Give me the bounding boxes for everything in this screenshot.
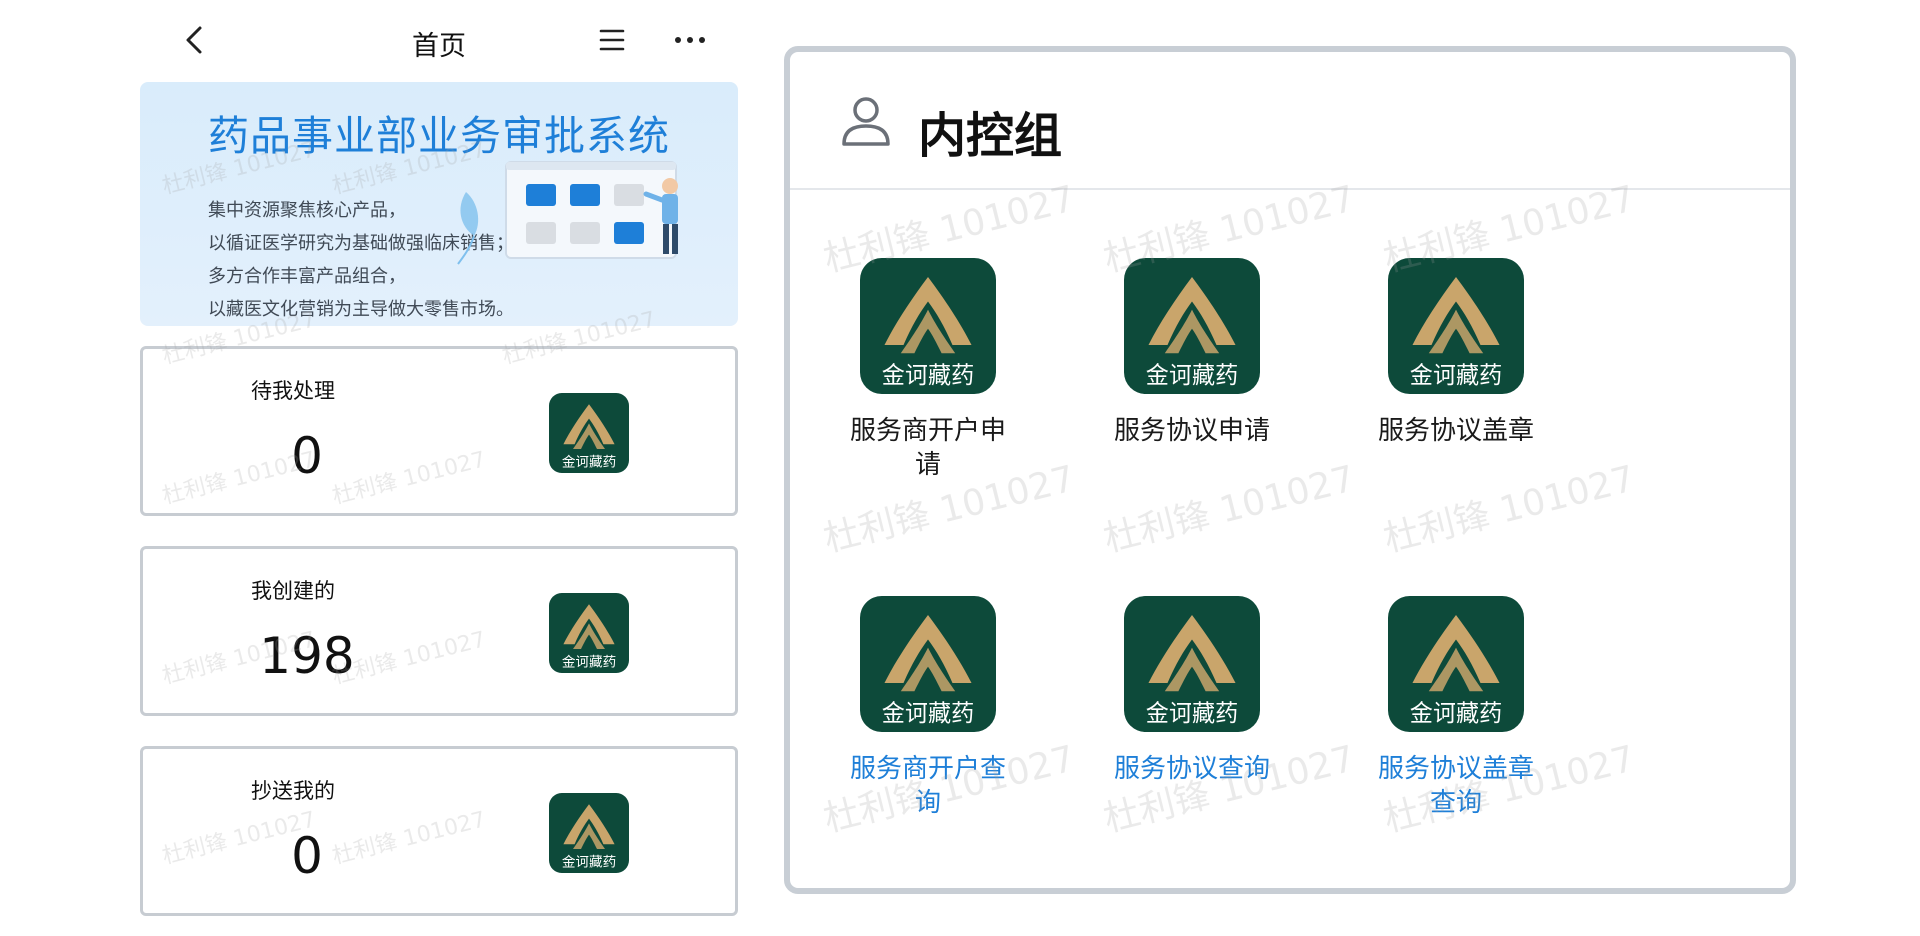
page-title: 首页: [412, 31, 466, 62]
brand-logo-icon: 金诃藏药: [1388, 258, 1524, 394]
user-icon: [842, 97, 890, 146]
logo-wordmark: 金诃藏药: [562, 855, 616, 871]
stat-label: 待我处理: [251, 379, 335, 403]
menu-button[interactable]: [592, 20, 632, 60]
logo-wordmark: 金诃藏药: [882, 363, 974, 389]
tile-label: 服务商开户查询: [849, 754, 1006, 818]
logo-wordmark: 金诃藏药: [562, 455, 616, 471]
logo-wordmark: 金诃藏药: [562, 655, 616, 671]
logo-wordmark: 金诃藏药: [1146, 363, 1238, 389]
pending-card[interactable]: 待我处理 0 金诃藏药: [140, 346, 738, 516]
stat-value: 0: [291, 827, 323, 885]
system-banner: 药品事业部业务审批系统 集中资源聚焦核心产品， 以循证医学研究为基础做强临床销售…: [140, 82, 738, 326]
tile-label: 服务商开户申请: [849, 416, 1006, 480]
logo-wordmark: 金诃藏药: [1146, 701, 1238, 727]
cc-card[interactable]: 抄送我的 0 金诃藏药: [140, 746, 738, 916]
logo-wordmark: 金诃藏药: [1410, 363, 1502, 389]
stat-label: 抄送我的: [251, 779, 335, 803]
created-card[interactable]: 我创建的 198 金诃藏药: [140, 546, 738, 716]
internal-control-group-panel: 内控组 金诃藏药 服务商开户申请 金诃藏药 服务协议申请 金诃藏药 服务协议盖章…: [784, 46, 1796, 894]
more-options-button[interactable]: [668, 20, 712, 60]
mobile-home-panel: 首页 药品事业部业务审批系统 集中资源聚焦核心产品， 以循证医学研究为基础做强临…: [140, 0, 738, 936]
logo-wordmark: 金诃藏药: [1410, 701, 1502, 727]
tile-label: 服务协议查询: [1113, 754, 1270, 784]
top-navigation-bar: 首页: [140, 0, 738, 82]
brand-logo-icon: 金诃藏药: [860, 258, 996, 394]
brand-logo-icon: 金诃藏药: [1388, 596, 1524, 732]
group-header: 内控组: [790, 52, 1790, 190]
stat-label: 我创建的: [251, 579, 335, 603]
tile-label: 服务协议盖章查询: [1377, 754, 1534, 818]
group-title: 内控组: [918, 108, 1063, 164]
tile-label: 服务协议盖章: [1377, 416, 1534, 446]
stat-value: 198: [259, 627, 355, 685]
brand-logo-icon: 金诃藏药: [1124, 258, 1260, 394]
brand-logo-icon: 金诃藏药: [1124, 596, 1260, 732]
brand-logo-icon: 金诃藏药: [549, 793, 629, 873]
brand-logo-icon: 金诃藏药: [860, 596, 996, 732]
logo-wordmark: 金诃藏药: [882, 701, 974, 727]
stat-value: 0: [291, 427, 323, 485]
more-dots-icon: [675, 37, 705, 43]
brand-logo-icon: 金诃藏药: [549, 593, 629, 673]
tile-label: 服务协议申请: [1113, 416, 1270, 446]
banner-illustration: [457, 161, 678, 265]
banner-line: 以藏医文化营销为主导做大零售市场。: [208, 299, 514, 320]
hamburger-menu-icon: [599, 29, 625, 51]
brand-logo-icon: 金诃藏药: [549, 393, 629, 473]
